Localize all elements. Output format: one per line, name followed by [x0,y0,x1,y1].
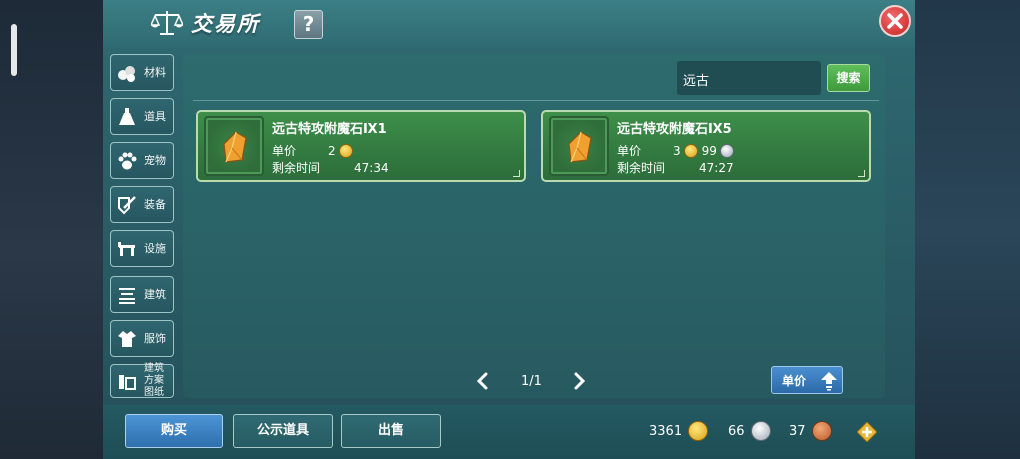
silver-coin-icon [719,143,734,158]
sort-label: 单价 [782,374,807,388]
bronze-amount: 37 [789,423,806,439]
scales-icon [149,8,185,38]
silver-amount: 66 [728,423,745,439]
sidebar-item-label: 装备 [144,197,166,211]
building-icon [119,287,135,304]
close-icon [887,13,903,29]
search-button[interactable]: 搜索 [827,64,870,92]
enchant-stone-icon [568,131,592,163]
search-input[interactable]: 远古 [677,61,821,95]
sidebar-item-building[interactable]: 建筑 [110,276,174,313]
prev-page-button[interactable] [475,372,489,390]
sidebar-item-label: 服饰 [144,331,166,345]
exchange-window: 交易所 ? 材料 道具 宠物 装备 设施 建筑 服饰 建筑方案图纸 远古 搜索 … [103,0,915,459]
sidebar-item-items[interactable]: 道具 [110,98,174,135]
listing-card[interactable]: 远古特攻附魔石Ⅸ1 单价 2 剩余时间 47:34 [196,110,526,182]
gold-amount: 3361 [649,423,683,439]
sort-price-button[interactable]: 单价 [771,366,843,394]
sidebar-item-label: 材料 [144,65,166,79]
clothing-icon [118,330,136,347]
bronze-balance: 37 [789,419,834,443]
item-name: 远古特攻附魔石Ⅸ1 [272,122,387,137]
time-row: 剩余时间 47:34 [272,159,389,176]
time-row: 剩余时间 47:27 [617,159,734,176]
corner-marker [858,170,865,177]
silver-balance: 66 [728,419,773,443]
background-right [914,0,1020,459]
gold-balance: 3361 [649,419,710,443]
price-silver-value: 99 [701,143,717,158]
sidebar-item-equipment[interactable]: 装备 [110,186,174,223]
tab-sell[interactable]: 出售 [341,414,441,448]
bottom-bar: 购买 公示道具 出售 3361 66 37 [103,405,915,459]
time-label: 剩余时间 [617,161,666,175]
sidebar-item-materials[interactable]: 材料 [110,54,174,91]
page-title: 交易所 [191,12,260,36]
paw-icon [118,152,137,169]
close-button[interactable] [879,5,911,37]
equipment-icon [118,195,136,214]
sort-arrow-icon [821,372,837,391]
blueprint-icon [119,375,136,390]
add-currency-button[interactable] [857,422,877,442]
divider [193,100,879,101]
sidebar-item-blueprint[interactable]: 建筑方案图纸 [110,363,174,398]
potion-icon [119,107,135,125]
sidebar-item-pets[interactable]: 宠物 [110,142,174,179]
sidebar-item-label: 建筑方案图纸 [144,363,164,398]
gold-coin-icon [338,143,353,158]
price-label: 单价 [617,144,642,158]
sidebar-item-label: 设施 [144,241,166,255]
price-gold-value: 2 [328,143,336,158]
facility-icon [118,241,135,256]
item-name: 远古特攻附魔石Ⅸ5 [617,122,732,137]
item-thumbnail [204,116,264,176]
enchant-stone-icon [223,131,247,163]
price-row: 单价 3 99 [617,142,736,159]
sidebar-item-label: 建筑 [144,287,166,301]
time-label: 剩余时间 [272,161,321,175]
materials-icon [118,65,135,82]
corner-marker [513,170,520,177]
silver-coin-icon [750,421,771,441]
bronze-coin-icon [811,421,832,441]
listing-panel: 远古 搜索 远古特攻附魔石Ⅸ1 单价 2 剩余时间 47:34 远古特攻附魔石Ⅸ… [183,54,885,398]
sidebar-item-facility[interactable]: 设施 [110,230,174,267]
sidebar-item-label: 道具 [144,109,166,123]
help-button[interactable]: ? [294,10,323,39]
next-page-button[interactable] [573,372,587,390]
time-left-value: 47:27 [699,160,734,175]
title-bar: 交易所 ? [103,0,915,48]
gold-coin-icon [683,143,698,158]
page-indicator: 1/1 [521,374,542,389]
gold-coin-icon [688,421,709,441]
item-thumbnail [549,116,609,176]
tab-public-items[interactable]: 公示道具 [233,414,333,448]
sidebar-item-clothing[interactable]: 服饰 [110,320,174,357]
price-row: 单价 2 [272,142,355,159]
side-handle[interactable] [11,24,17,76]
sidebar-item-label: 宠物 [144,153,166,167]
listing-card[interactable]: 远古特攻附魔石Ⅸ5 单价 3 99 剩余时间 47:27 [541,110,871,182]
price-gold-value: 3 [673,143,681,158]
price-label: 单价 [272,144,297,158]
tab-buy[interactable]: 购买 [125,414,223,448]
time-left-value: 47:34 [354,160,389,175]
